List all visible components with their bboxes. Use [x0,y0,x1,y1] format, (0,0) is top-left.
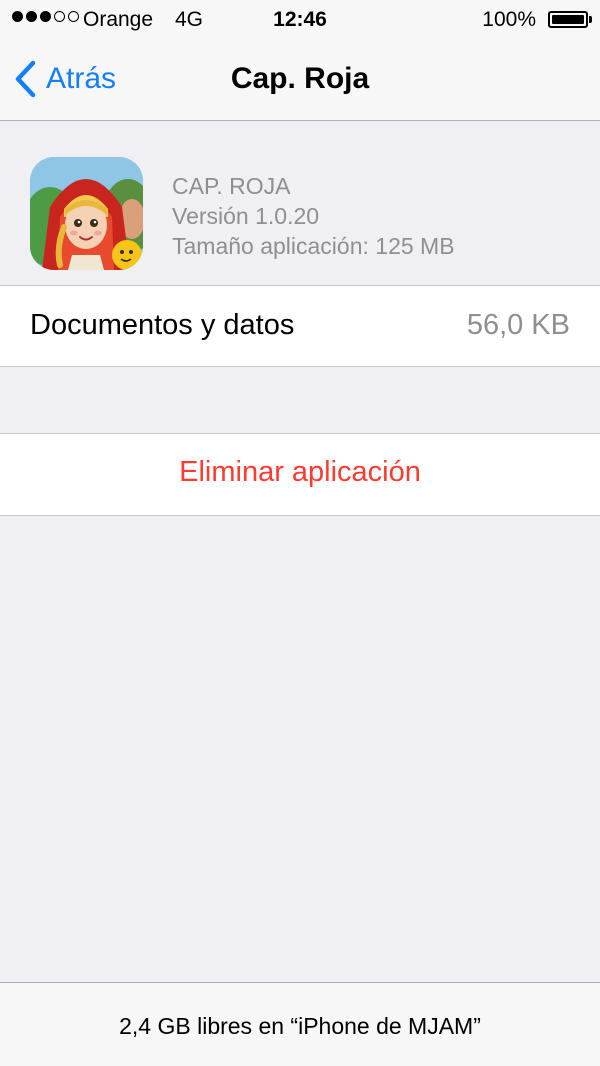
red-riding-hood-icon [30,157,143,270]
battery-nub [589,16,592,23]
free-storage-text: 2,4 GB libres en “iPhone de MJAM” [119,1013,481,1039]
app-info: CAP. ROJA Versión 1.0.20 Tamaño aplicaci… [172,171,455,261]
delete-app-label: Eliminar aplicación [179,456,421,488]
documents-and-data-row: Documentos y datos 56,0 KB [0,286,600,367]
app-icon [30,157,143,270]
app-name: CAP. ROJA [172,173,291,199]
battery-icon [548,11,588,28]
storage-footer: 2,4 GB libres en “iPhone de MJAM” [0,982,600,1066]
documents-label: Documentos y datos [30,309,295,341]
app-header: CAP. ROJA Versión 1.0.20 Tamaño aplicaci… [0,121,600,285]
delete-app-button[interactable]: Eliminar aplicación [0,433,600,516]
battery-level-fill [552,15,584,24]
documents-value: 56,0 KB [466,309,570,341]
battery-percentage: 100% [482,8,536,31]
navigation-bar: Atrás Cap. Roja [0,40,600,121]
app-version: Versión 1.0.20 [172,203,320,229]
status-bar: Orange 4G 12:46 100% [0,0,600,40]
page-title: Cap. Roja [230,62,370,95]
app-size: Tamaño aplicación: 125 MB [172,233,455,259]
